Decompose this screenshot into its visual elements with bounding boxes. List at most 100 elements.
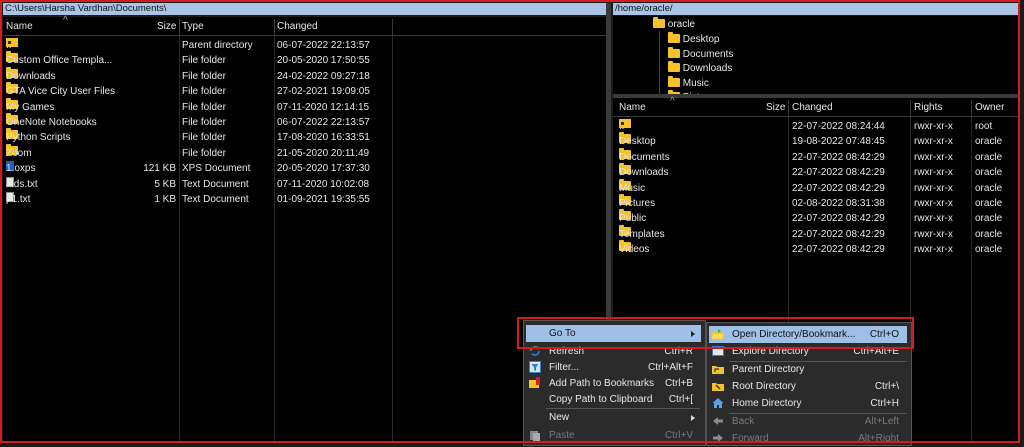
menu-item-label: Add Path to Bookmarks [549,378,655,389]
file-owner: oracle [975,244,1003,256]
file-type: File folder [182,86,226,98]
menu-item-new[interactable]: New [526,409,701,426]
file-changed: 19-08-2022 07:48:45 [792,136,885,148]
file-name: Templates [619,228,665,240]
file-type: Parent directory [182,40,253,51]
submenu-item-forward[interactable]: Forward Alt+Right [709,430,907,447]
left-path-bar[interactable]: C:\Users\Harsha Vardhan\Documents\ [3,3,606,15]
left-file-row[interactable]: Python Scripts File folder 17-08-2020 16:3… [3,128,606,145]
menu-item-label: Parent Directory [732,364,805,375]
right-path-bar[interactable]: /home/oracle/ [613,3,1020,15]
file-changed: 20-05-2020 17:50:55 [277,55,370,67]
tree-connector-line [659,31,660,94]
menu-item-filter[interactable]: Filter... Ctrl+Alt+F [526,359,701,376]
file-type: File folder [182,101,226,113]
right-file-row[interactable]: Music 22-07-2022 08:42:29 rwxr-xr-x oracle [613,178,1020,196]
file-name: GTA Vice City User Files [6,86,116,98]
submenu-item-root-directory[interactable]: Root Directory Ctrl+\ [709,378,907,395]
right-file-row[interactable]: .. 22-07-2022 08:24:44 rwxr-xr-x root [613,119,1020,134]
submenu-arrow-icon [691,415,695,421]
file-rights: rwxr-xr-x [914,213,953,225]
tree-item-oracle[interactable]: oracle [653,17,695,30]
file-owner: oracle [975,151,1003,163]
folder-icon [668,75,680,87]
menu-item-copy-path-to-clipboard[interactable]: Copy Path to Clipboard Ctrl+[ [526,391,701,408]
left-file-row[interactable]: aids.txt 5 KB Text Document 07-11-2020 10:0… [3,176,606,192]
right-directory-tree[interactable]: oracle Desktop Documents Downloads Music… [613,16,1020,94]
left-file-row[interactable]: 1.oxps 121 KB XPS Document 20-05-2020 17:37… [3,161,606,176]
file-rights: rwxr-xr-x [914,228,953,240]
file-type: File folder [182,147,226,159]
file-type: Text Document [182,178,249,190]
menu-item-label: Paste [549,430,575,441]
file-rights: rwxr-xr-x [914,167,953,179]
tree-item[interactable]: Music [668,75,709,89]
menu-item-paste[interactable]: Paste Ctrl+V [526,427,701,444]
folder-icon [653,17,665,28]
left-file-row[interactable]: Downloads File folder 24-02-2022 09:27:18 [3,66,606,84]
file-size: 121 KB [143,163,176,175]
menu-item-label: Back [732,416,755,427]
file-changed: 06-07-2022 22:13:57 [277,40,370,51]
left-file-list[interactable]: Name ^ Size Type Changed .. Parent direct… [3,15,606,441]
right-file-row[interactable]: Desktop 19-08-2022 07:48:45 rwxr-xr-x oracl… [613,132,1020,149]
file-name: OneNote Notebooks [6,117,97,128]
left-file-row[interactable]: Custom Office Templa... File folder 20-05-… [3,51,606,68]
file-changed: 20-05-2020 17:37:30 [277,163,370,175]
file-name: Desktop [619,136,656,148]
left-file-row[interactable]: .. Parent directory 06-07-2022 22:13:57 [3,38,606,53]
file-changed: 17-08-2020 16:33:51 [277,132,370,144]
menu-item-label: Home Directory [732,398,802,409]
tree-item[interactable]: Downloads [668,61,732,74]
file-size: 1 KB [154,194,176,205]
file-type: XPS Document [182,163,251,175]
right-file-row[interactable]: Documents 22-07-2022 08:42:29 rwxr-xr-x ora… [613,147,1020,165]
menu-item-add-path-to-bookmarks[interactable]: Add Path to Bookmarks Ctrl+B [526,375,701,392]
file-changed: 06-07-2022 22:13:57 [277,117,370,128]
right-col-owner[interactable]: Owner [975,102,1004,113]
right-file-row[interactable]: Templates 22-07-2022 08:42:29 rwxr-xr-x ora… [613,224,1020,242]
file-owner: oracle [975,167,1003,179]
right-col-rights[interactable]: Rights [914,102,942,113]
left-col-changed[interactable]: Changed [277,21,318,32]
file-name: Pictures [619,198,656,209]
left-col-size[interactable]: Size [157,21,176,32]
left-file-row[interactable]: Zoom File folder 21-05-2020 20:11:49 [3,143,606,161]
file-changed: 22-07-2022 08:42:29 [792,244,885,256]
file-name: Videos [619,244,650,256]
sort-caret-icon: ^ [670,96,675,107]
right-col-name[interactable]: Name [619,102,646,113]
right-file-row[interactable]: Public 22-07-2022 08:42:29 rwxr-xr-x oracle [613,209,1020,226]
right-col-size[interactable]: Size [766,102,785,113]
submenu-item-parent-directory[interactable]: Parent Directory [709,361,907,378]
left-file-row[interactable]: GTA Vice City User Files File folder 27-02… [3,82,606,99]
left-col-type[interactable]: Type [182,21,204,32]
file-name: aids.txt [6,178,38,190]
file-changed: 07-11-2020 10:02:08 [277,178,370,190]
right-file-row[interactable]: Downloads 22-07-2022 08:42:29 rwxr-xr-x ora… [613,163,1020,180]
file-rights: rwxr-xr-x [914,198,953,209]
file-changed: 27-02-2021 19:09:05 [277,86,370,98]
right-col-changed[interactable]: Changed [792,102,833,113]
file-owner: oracle [975,228,1003,240]
right-file-row[interactable]: Videos 22-07-2022 08:42:29 rwxr-xr-x oracle [613,240,1020,257]
file-type: File folder [182,117,226,128]
tree-item[interactable]: Desktop [668,32,719,45]
file-rights: rwxr-xr-x [914,136,953,148]
file-changed: 01-09-2021 19:35:55 [277,194,370,205]
left-col-name[interactable]: Name [6,21,33,32]
tree-item[interactable]: Documents [668,46,733,60]
annotation-highlight-box [517,317,914,349]
file-type: Text Document [182,194,249,205]
file-changed: 24-02-2022 09:27:18 [277,70,370,82]
file-changed: 22-07-2022 08:42:29 [792,167,885,179]
menu-item-label: Forward [732,433,769,444]
file-changed: 22-07-2022 08:24:44 [792,121,885,132]
left-file-row[interactable]: p1.txt 1 KB Text Document 01-09-2021 19:35:… [3,192,606,207]
left-file-row[interactable]: My Games File folder 07-11-2020 12:14:15 [3,97,606,115]
menu-item-label: Root Directory [732,381,796,392]
right-file-row[interactable]: Pictures 02-08-2022 08:31:38 rwxr-xr-x orac… [613,194,1020,211]
submenu-item-back[interactable]: Back Alt+Left [709,413,907,430]
left-file-row[interactable]: OneNote Notebooks File folder 06-07-2022 2… [3,113,606,130]
submenu-item-home-directory[interactable]: Home Directory Ctrl+H [709,395,907,412]
